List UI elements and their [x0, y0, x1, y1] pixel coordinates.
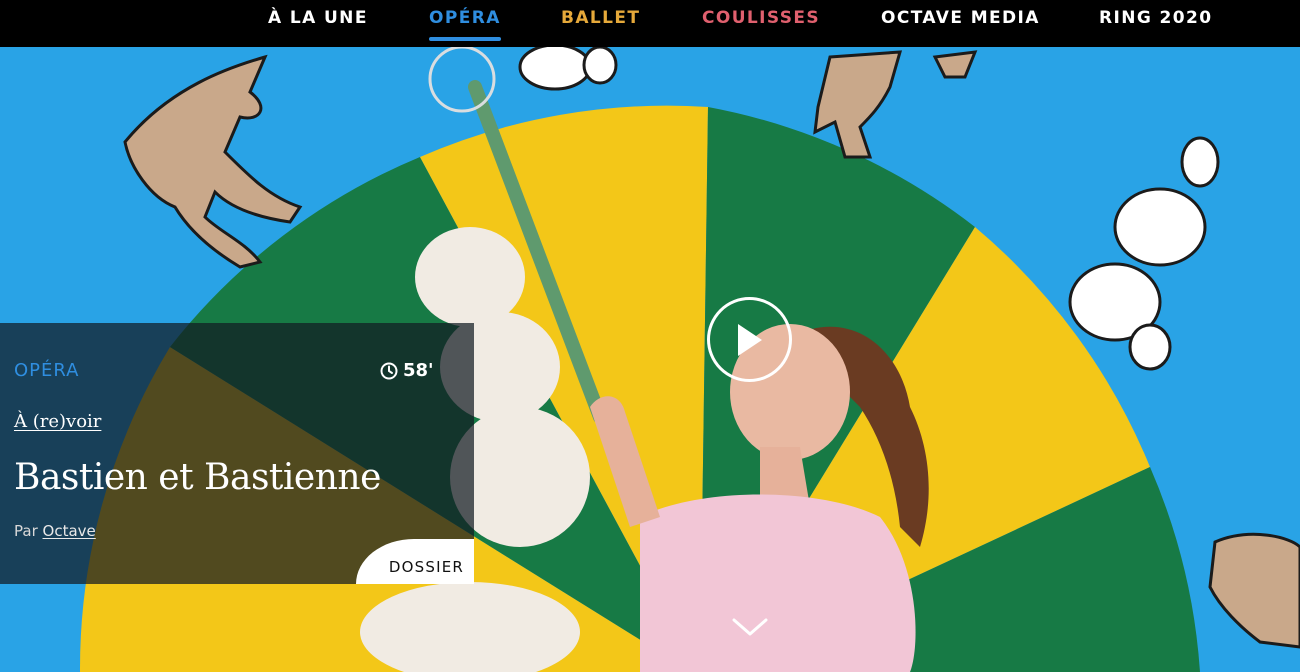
nav-item-opera[interactable]: OPÉRA [429, 8, 501, 41]
active-tab-indicator [429, 37, 501, 41]
nav-item-label: BALLET [561, 8, 641, 28]
byline: Par Octave [14, 522, 96, 540]
wolf-cutout [1208, 532, 1300, 649]
nav-item-label: À LA UNE [268, 8, 368, 28]
category-label[interactable]: OPÉRA [14, 360, 80, 381]
wolf-cutout [123, 54, 303, 269]
rewatch-link[interactable]: À (re)voir [14, 411, 101, 432]
featured-article-card[interactable]: OPÉRA 58' À (re)voir Bastien et Bastienn… [0, 323, 474, 584]
dossier-badge[interactable]: DOSSIER [356, 539, 474, 584]
wolf-cutout [813, 50, 978, 159]
clock-icon [380, 362, 398, 379]
nav-item-ballet[interactable]: BALLET [561, 8, 640, 32]
nav-item-ring-2020[interactable]: RING 2020 [1099, 8, 1212, 32]
nav-item-octave-media[interactable]: OCTAVE MEDIA [881, 8, 1040, 32]
nav-item-label: COULISSES [702, 8, 821, 28]
author-link[interactable]: Octave [43, 522, 96, 540]
nav-item-coulisses[interactable]: COULISSES [702, 8, 820, 32]
play-icon [738, 324, 762, 356]
top-navigation: À LA UNE OPÉRA BALLET COULISSES OCTAVE M… [0, 0, 1300, 47]
chevron-down-icon[interactable] [731, 616, 769, 638]
duration: 58' [379, 360, 474, 381]
nav-item-label: RING 2020 [1099, 8, 1213, 28]
hero-banner[interactable]: OPÉRA 58' À (re)voir Bastien et Bastienn… [0, 47, 1300, 672]
byline-prefix: Par [14, 522, 38, 540]
nav-item-a-la-une[interactable]: À LA UNE [268, 8, 368, 32]
article-title[interactable]: Bastien et Bastienne [14, 457, 381, 498]
duration-value: 58' [403, 360, 434, 381]
play-button[interactable] [707, 297, 792, 382]
nav-item-label: OPÉRA [429, 8, 501, 28]
nav-item-label: OCTAVE MEDIA [881, 8, 1040, 28]
